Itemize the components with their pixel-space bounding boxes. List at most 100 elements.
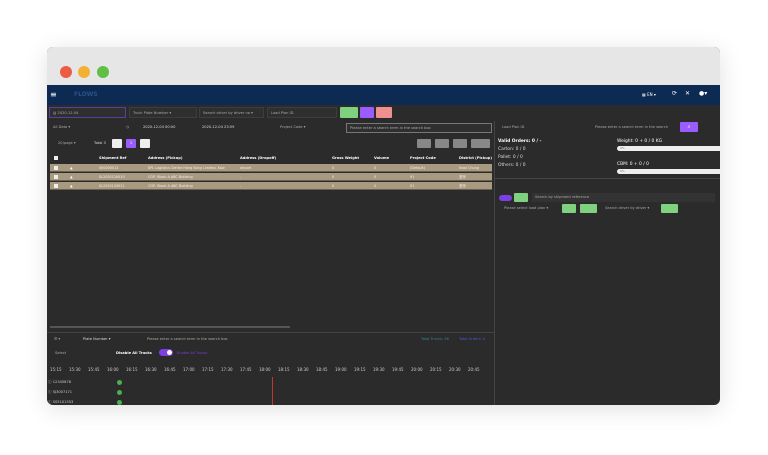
next-page-button[interactable] [140,139,150,148]
carton-count: Carton: 0 / 0 [498,147,526,152]
info-icon[interactable]: ⓘ [48,390,52,394]
col-address-pickup[interactable]: Address (Pickup) [148,154,182,163]
table-header: Shipment Ref Address (Pickup) Address (D… [50,154,492,163]
warning-icon: ▲ [70,184,73,188]
time-label: 18:00 [259,367,271,372]
search-button[interactable]: ⌕ [680,122,698,132]
date-picker[interactable]: ▤ 2020-12-04 [49,107,126,118]
language-select[interactable]: ▦ EN ▾ [642,92,656,97]
time-label: 19:15 [354,367,366,372]
divider [494,178,720,179]
user-icon[interactable]: ●▾ [699,90,707,97]
shipment-search-button[interactable] [514,193,528,202]
table-cell: 0 [374,166,377,170]
truck-button[interactable] [340,107,358,118]
col-volume[interactable]: Volume [374,154,389,163]
time-label: 17:45 [240,367,252,372]
disable-all-toggle[interactable] [159,349,173,356]
table-search-input[interactable]: Please enter a search term in the search… [346,123,492,133]
select-load-plan[interactable]: Please select load plan ▾ [501,204,559,213]
plate-number-select[interactable]: Plate Number ▾ [80,335,135,343]
table-cell: (Default) [410,166,426,170]
start-datetime[interactable]: 2020-12-04 00:00 [140,123,195,132]
weight-label: Weight: 0 + 0 / 0 KG [617,139,662,144]
info-icon[interactable]: ⓘ [48,400,52,404]
fullscreen-icon[interactable]: ✕ [685,90,690,97]
close-window-button[interactable] [60,66,72,78]
col-shipment-ref[interactable]: Shipment Ref [99,154,126,163]
truck-row[interactable]: ⓘ 12345678 [48,380,71,385]
time-label: 15:45 [88,367,100,372]
valid-orders: Valid Orders: 0 / - [498,139,542,144]
time-label: 15:15 [50,367,62,372]
end-datetime[interactable]: 2020-12-04 23:59 [199,123,254,132]
driver-truck-button[interactable] [661,204,678,213]
row-checkbox[interactable] [54,166,58,170]
data-select[interactable]: All Data ▾ [50,123,120,132]
load-plan-input[interactable]: Load Plan ID [267,107,337,118]
horizontal-scrollbar[interactable] [50,326,290,328]
app-header: ≡ FLOWS ▦ EN ▾ ⟳ ✕ ●▾ [47,85,720,105]
maximize-window-button[interactable] [97,66,109,78]
time-label: 15:30 [69,367,81,372]
current-time-line [272,377,273,405]
page-1-button[interactable]: 1 [126,139,136,148]
table-row[interactable]: ▲ SL2020120010 CGP, Block A ABC Building - 0… [50,173,492,181]
table-row[interactable]: ▲ 000000012 KPL Logistics Centre Hong Kong… [50,164,492,172]
col-address-dropoff[interactable]: Address (Dropoff) [240,154,276,163]
logo: FLOWS [74,91,98,98]
save-button[interactable] [360,107,374,118]
table-cell: CGP, Block A ABC Building [148,184,193,188]
title-bar [47,47,720,85]
right-search-input[interactable]: Please enter a search term in the search [592,123,677,132]
select-all-checkbox[interactable] [54,156,58,160]
select-dropdown[interactable]: Select [52,349,107,357]
table-cell: 0 [332,166,335,170]
project-code-select[interactable]: Project Code ▾ [277,123,343,132]
expand-button[interactable] [417,139,431,148]
divider [494,121,495,405]
print-button[interactable] [453,139,467,148]
right-load-plan-select[interactable]: Load Plan ID [499,123,589,132]
menu-icon[interactable]: ≡ [50,90,57,99]
per-page-select[interactable]: 20/page ▾ [55,139,85,148]
delete-button[interactable] [376,107,392,118]
assign-button[interactable] [580,204,597,213]
shipment-search-input[interactable]: Search by shipment reference [532,193,715,202]
time-label: 20:45 [468,367,480,372]
table-row[interactable]: ▲ SL2020120011 CGP, Block A ABC Building - 0… [50,182,492,190]
col-district-pickup[interactable]: District (Pickup) [459,154,492,163]
row-checkbox[interactable] [54,184,58,188]
bottom-search-input[interactable]: Please enter a search term in the search… [144,335,284,343]
columns-button[interactable] [471,139,490,148]
table-cell: 荃灣 [459,175,466,179]
time-label: 18:15 [278,367,290,372]
time-label: 16:30 [145,367,157,372]
minimize-window-button[interactable] [78,66,90,78]
truck-id: SJ3007171 [52,390,73,394]
settings-button[interactable] [435,139,449,148]
refresh-icon[interactable]: ⟳ [672,90,677,97]
row-checkbox[interactable] [54,175,58,179]
save-plan-button[interactable] [562,204,576,213]
right-driver-search[interactable]: Search driver by driver ▾ [602,204,658,213]
table-cell: 91 [410,175,415,179]
table-cell: - [240,184,242,188]
truck-plate-input[interactable]: Truck Plate Number ▾ [129,107,197,118]
col-gross-weight[interactable]: Gross Weight [332,154,359,163]
prev-page-button[interactable] [112,139,122,148]
time-label: 16:15 [126,367,138,372]
col-project-code[interactable]: Project Code [410,154,436,163]
info-icon[interactable]: ⓘ [48,380,52,384]
toggle-switch[interactable] [499,195,512,201]
table-cell: - [240,175,242,179]
truck-row[interactable]: ⓘ SS5101553 [48,400,73,405]
driver-search-input[interactable]: Search driver by driver na ▾ [199,107,264,118]
status-ok-icon [117,400,122,405]
table-cell: airport [240,166,252,170]
time-label: 17:30 [221,367,233,372]
total-orders: Total Orders: 0 [459,337,486,341]
truck-row[interactable]: ⓘ SJ3007171 [48,390,72,395]
pallet-count: Pallet: 0 / 0 [498,155,523,160]
list-select[interactable]: ☰ ▾ [51,335,76,343]
